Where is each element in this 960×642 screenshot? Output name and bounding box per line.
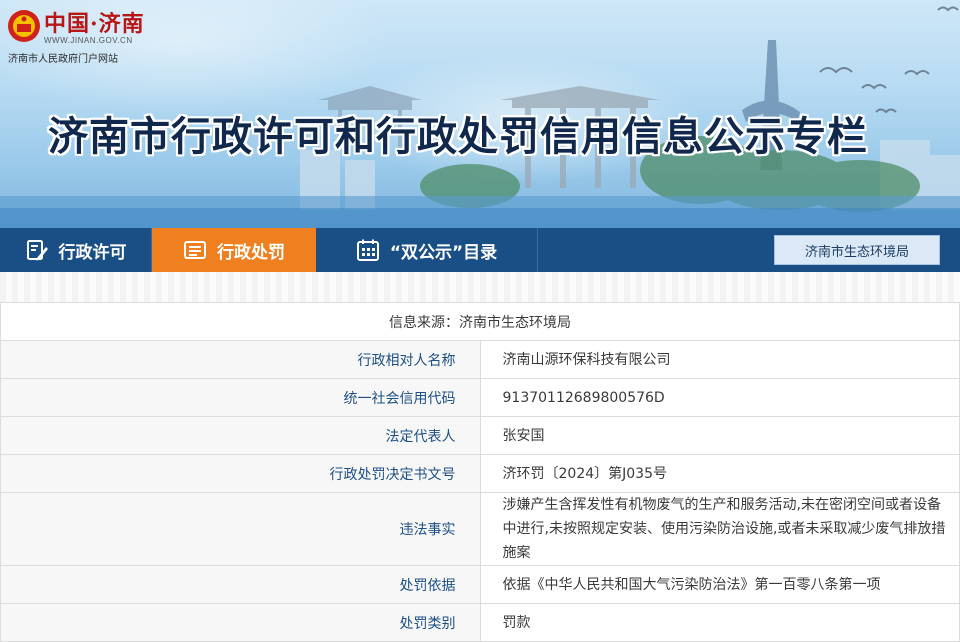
national-emblem-icon: [8, 10, 40, 42]
field-value-penalty-basis: 依据《中华人民共和国大气污染防治法》第一百零八条第一项: [479, 565, 960, 604]
site-brand-logo-text[interactable]: 中国·济南: [44, 6, 145, 38]
table-row: 法定代表人 张安国: [0, 416, 960, 455]
info-source: 信息来源：济南市生态环境局: [0, 302, 960, 341]
field-value-party-name: 济南山源环保科技有限公司: [479, 340, 960, 379]
field-value-legal-representative: 张安国: [479, 416, 960, 455]
page-title: 济南市行政许可和行政处罚信用信息公示专栏: [48, 114, 868, 160]
field-label-legal-representative: 法定代表人: [0, 416, 481, 455]
nav-tab-label: “双公示”目录: [389, 242, 498, 263]
table-row: 统一社会信用代码 91370112689800576D: [0, 378, 960, 417]
agency-button[interactable]: 济南市生态环境局: [774, 235, 940, 265]
table-row: 行政相对人名称 济南山源环保科技有限公司: [0, 340, 960, 379]
table-row: 违法事实 涉嫌产生含挥发性有机物废气的生产和服务活动,未在密闭空间或者设备中进行…: [0, 492, 960, 566]
edit-document-icon: [26, 240, 48, 261]
field-value-credit-code: 91370112689800576D: [479, 378, 960, 417]
record-table: 信息来源：济南市生态环境局 行政相对人名称 济南山源环保科技有限公司 统一社会信…: [0, 302, 960, 642]
table-row: 行政处罚决定书文号 济环罚〔2024〕第J035号: [0, 454, 960, 493]
field-value-violation-facts: 涉嫌产生含挥发性有机物废气的生产和服务活动,未在密闭空间或者设备中进行,未按照规…: [479, 492, 960, 566]
decorative-strip: [0, 272, 960, 302]
site-subtitle: 济南市人民政府门户网站: [8, 54, 118, 65]
table-row: 处罚依据 依据《中华人民共和国大气污染防治法》第一百零八条第一项: [0, 565, 960, 604]
field-label-decision-number: 行政处罚决定书文号: [0, 454, 481, 493]
site-url: WWW.JINAN.GOV.CN: [44, 36, 133, 45]
table-row: 信息来源：济南市生态环境局: [0, 302, 960, 341]
field-label-violation-facts: 违法事实: [0, 492, 481, 566]
field-label-credit-code: 统一社会信用代码: [0, 378, 481, 417]
header-banner: 中国·济南 WWW.JINAN.GOV.CN 济南市人民政府门户网站 济南市行政…: [0, 0, 960, 228]
field-label-party-name: 行政相对人名称: [0, 340, 481, 379]
nav-tab-double-publicity-catalog[interactable]: “双公示”目录: [316, 228, 538, 272]
nav-tab-label: 行政处罚: [217, 242, 285, 263]
calendar-grid-icon: [356, 239, 379, 261]
field-label-penalty-basis: 处罚依据: [0, 565, 481, 604]
nav-tab-administrative-penalty[interactable]: 行政处罚: [152, 228, 316, 272]
record-detail-panel: 信息来源：济南市生态环境局 行政相对人名称 济南山源环保科技有限公司 统一社会信…: [0, 272, 960, 642]
main-nav: 行政许可 行政处罚 “双公示”目录 济南市生态环境局: [0, 228, 960, 272]
field-value-penalty-category: 罚款: [479, 603, 960, 642]
field-value-decision-number: 济环罚〔2024〕第J035号: [479, 454, 960, 493]
nav-tab-label: 行政许可: [58, 242, 127, 263]
nav-tab-administrative-license[interactable]: 行政许可: [0, 228, 152, 272]
list-document-icon: [184, 241, 206, 259]
field-label-penalty-category: 处罚类别: [0, 603, 481, 642]
table-row: 处罚类别 罚款: [0, 603, 960, 642]
